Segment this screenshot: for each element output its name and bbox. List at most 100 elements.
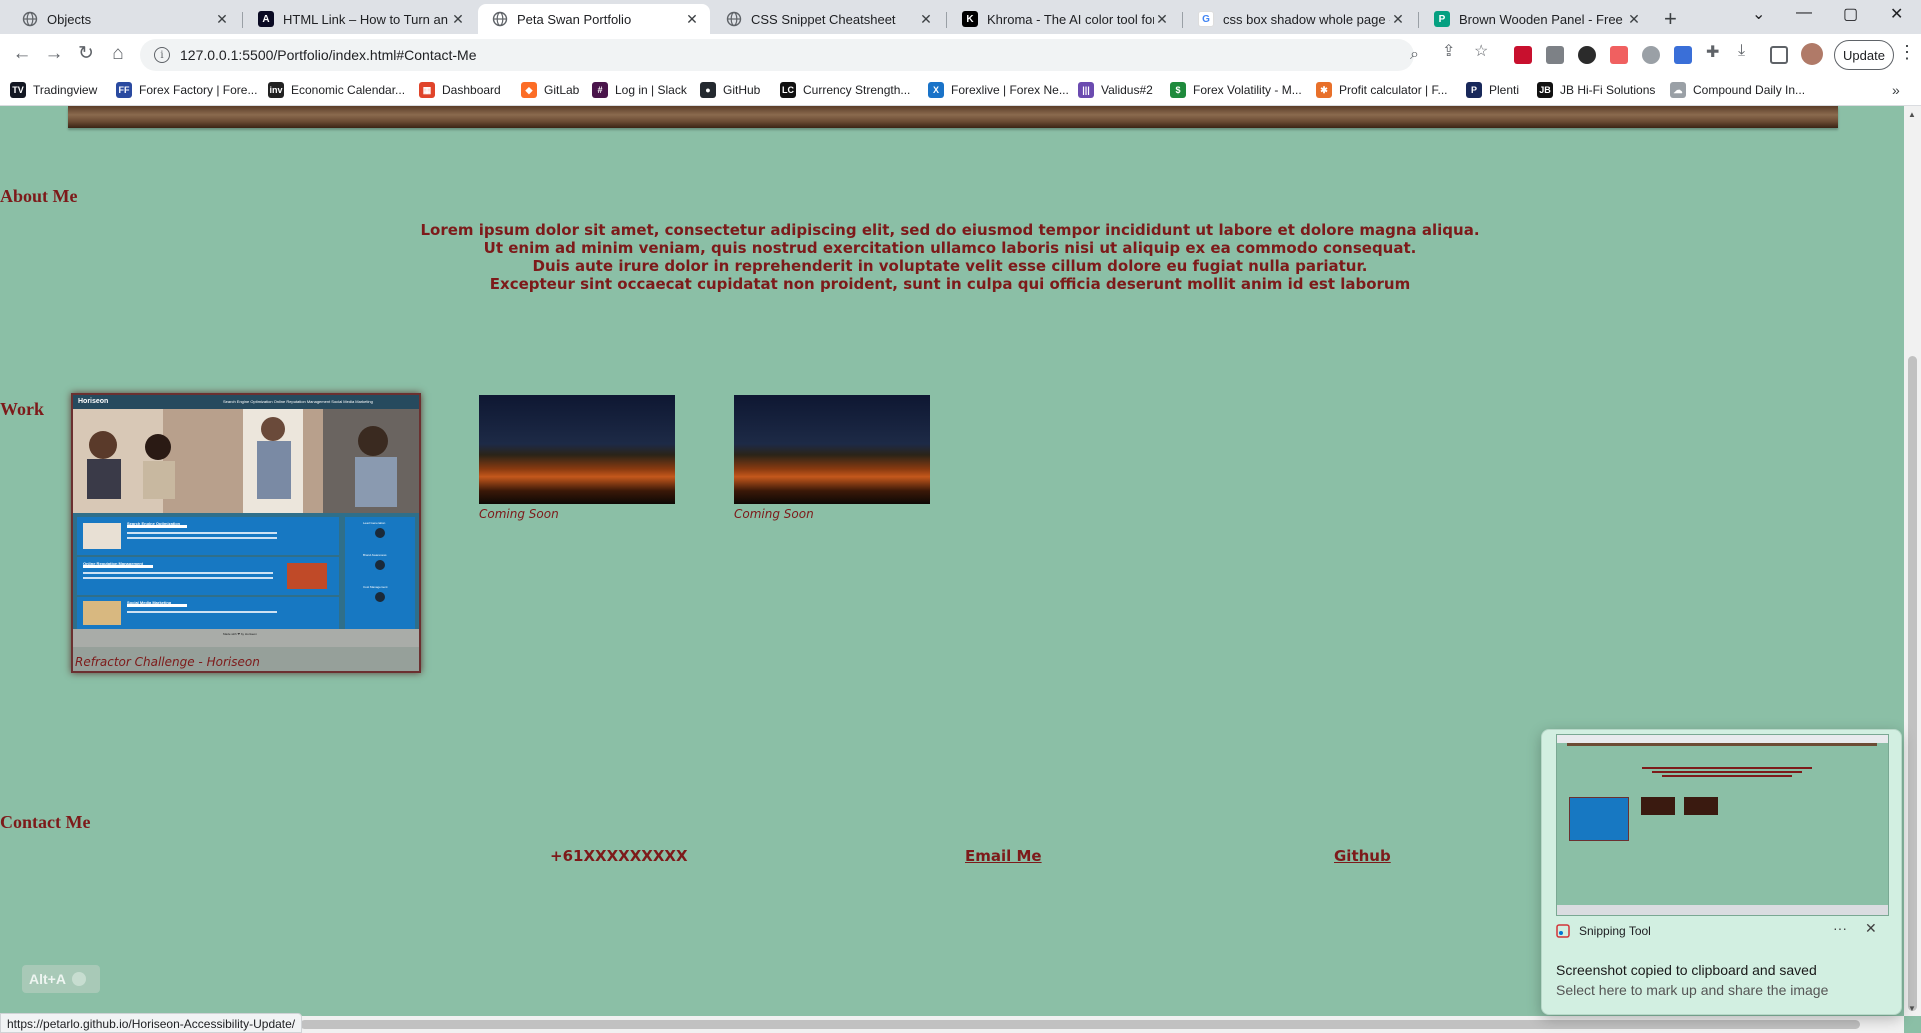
browser-toolbar: ← → ↻ ⌂ i 127.0.0.1:5500/Portfolio/index… <box>0 34 1921 76</box>
bookmark-item[interactable]: LC Currency Strength... <box>780 82 910 98</box>
tab-brown-wooden-panel[interactable]: P Brown Wooden Panel - Free Stock Photo … <box>1420 4 1652 34</box>
project-card-coming-soon[interactable]: Coming Soon <box>734 395 930 525</box>
back-button[interactable]: ← <box>10 42 34 66</box>
preview-browser-chrome <box>1557 735 1888 743</box>
close-tab-icon[interactable]: ✕ <box>1154 11 1170 28</box>
extensions-puzzle-icon[interactable]: ✚ <box>1706 42 1719 62</box>
new-tab-button[interactable]: + <box>1664 6 1677 32</box>
about-heading: About Me <box>0 186 78 206</box>
bookmark-favicon-icon: ☁ <box>1670 82 1686 98</box>
bookmark-item[interactable]: ✱ Profit calculator | F... <box>1316 82 1448 98</box>
globe-icon <box>492 11 508 27</box>
bookmark-favicon-icon: P <box>1466 82 1482 98</box>
bookmark-favicon-icon: JB <box>1537 82 1553 98</box>
project-card-horiseon[interactable]: Horiseon Search Engine Optimization Onli… <box>71 393 421 673</box>
close-tab-icon[interactable]: ✕ <box>1626 11 1642 28</box>
bookmark-item[interactable]: TV Tradingview <box>10 82 97 98</box>
close-notification-icon[interactable]: ✕ <box>1865 920 1877 937</box>
close-window-button[interactable]: ✕ <box>1890 4 1903 24</box>
close-tab-icon[interactable]: ✕ <box>918 11 934 28</box>
download-icon[interactable]: ⤓ <box>1738 42 1745 60</box>
home-button[interactable]: ⌂ <box>106 42 130 66</box>
notification-subtitle: Select here to mark up and share the ima… <box>1556 982 1829 998</box>
pointer-extension-icon[interactable] <box>1610 46 1628 64</box>
bookmarks-overflow-icon[interactable]: » <box>1892 82 1900 98</box>
bookmark-label: Tradingview <box>33 83 98 97</box>
bookmark-favicon-icon: inv <box>268 82 284 98</box>
globe-extension-icon[interactable] <box>1642 46 1660 64</box>
bookmark-item[interactable]: ● GitHub <box>700 82 760 98</box>
tab-khroma[interactable]: K Khroma - The AI color tool for designe… <box>948 4 1180 34</box>
project-card-coming-soon[interactable]: Coming Soon <box>479 395 675 525</box>
maximize-button[interactable]: ▢ <box>1843 4 1858 24</box>
horiseon-nav: Search Engine Optimization Online Reputa… <box>223 399 373 404</box>
close-tab-icon[interactable]: ✕ <box>450 11 466 28</box>
benefit-title: Cost Management <box>363 585 388 589</box>
tab-title: Objects <box>47 11 92 27</box>
service-title: Online Reputation Management <box>83 561 144 566</box>
bookmark-item[interactable]: # Log in | Slack <box>592 82 687 98</box>
bookmark-favicon-icon: LC <box>780 82 796 98</box>
scrollbar-thumb[interactable] <box>300 1020 1860 1029</box>
bookmark-item[interactable]: X Forexlive | Forex Ne... <box>928 82 1069 98</box>
khroma-icon: K <box>962 11 978 27</box>
zoom-icon[interactable]: ⌕ <box>1410 46 1419 64</box>
bookmark-item[interactable]: ||| Validus#2 <box>1078 82 1153 98</box>
avatar[interactable] <box>1801 43 1823 65</box>
acrobat-extension-icon[interactable] <box>1514 46 1532 64</box>
forward-button[interactable]: → <box>42 42 66 66</box>
about-line: Ut enim ad minim veniam, quis nostrud ex… <box>483 239 1417 257</box>
bookmark-label: Dashboard <box>442 83 501 97</box>
close-tab-icon[interactable]: ✕ <box>1390 11 1406 28</box>
search-tabs-button[interactable]: ⌄ <box>1752 4 1765 24</box>
snipping-tool-notification[interactable]: Snipping Tool ··· ✕ Screenshot copied to… <box>1541 729 1902 1015</box>
side-panel-icon[interactable] <box>1770 46 1788 64</box>
project-caption[interactable]: Refractor Challenge - Horiseon <box>75 655 260 669</box>
update-button[interactable]: Update <box>1834 40 1894 70</box>
link-status-bar: https://petarlo.github.io/Horiseon-Acces… <box>0 1013 303 1033</box>
bookmark-item[interactable]: JB JB Hi-Fi Solutions <box>1537 82 1655 98</box>
preview-banner <box>1567 743 1877 746</box>
bookmark-item[interactable]: FF Forex Factory | Fore... <box>116 82 257 98</box>
share-icon[interactable]: ⇪ <box>1442 41 1455 61</box>
bookmark-item[interactable]: ▦ Dashboard <box>419 82 501 98</box>
camera-extension-icon[interactable] <box>1546 46 1564 64</box>
tab-google-search[interactable]: G css box shadow whole page - Google Sea… <box>1184 4 1416 34</box>
address-bar[interactable]: i 127.0.0.1:5500/Portfolio/index.html#Co… <box>140 39 1419 71</box>
screenshot-preview-image[interactable] <box>1556 734 1889 916</box>
scrollbar-thumb[interactable] <box>1908 356 1917 1011</box>
bookmark-item[interactable]: ◆ GitLab <box>521 82 579 98</box>
email-link[interactable]: Email Me <box>965 847 1042 865</box>
tab-peta-swan-portfolio[interactable]: Peta Swan Portfolio ✕ <box>478 4 710 34</box>
bookmark-star-icon[interactable]: ☆ <box>1474 41 1488 61</box>
close-tab-icon[interactable]: ✕ <box>214 11 230 28</box>
reload-button[interactable]: ↻ <box>74 42 98 66</box>
tab-css-snippet-cheatsheet[interactable]: CSS Snippet Cheatsheet ✕ <box>712 4 944 34</box>
bookmark-favicon-icon: $ <box>1170 82 1186 98</box>
vertical-scrollbar[interactable]: ▲ ▼ <box>1904 106 1921 1016</box>
close-tab-icon[interactable]: ✕ <box>684 11 700 28</box>
tab-title: Peta Swan Portfolio <box>517 11 632 27</box>
github-link[interactable]: Github <box>1334 847 1391 865</box>
site-info-icon[interactable]: i <box>154 47 170 63</box>
bookmark-label: GitLab <box>544 83 580 97</box>
scroll-up-arrow-icon[interactable]: ▲ <box>1908 110 1916 119</box>
bookmark-item[interactable]: $ Forex Volatility - M... <box>1170 82 1302 98</box>
scroll-down-arrow-icon[interactable]: ▼ <box>1908 1004 1916 1013</box>
translate-extension-icon[interactable] <box>1674 46 1692 64</box>
tab-html-link[interactable]: A HTML Link – How to Turn an Image into … <box>244 4 476 34</box>
snipping-tool-header: Snipping Tool <box>1556 924 1651 938</box>
wooden-banner-image <box>68 106 1838 128</box>
bookmark-item[interactable]: ☁ Compound Daily In... <box>1670 82 1805 98</box>
minimize-button[interactable]: — <box>1796 4 1812 22</box>
more-menu-icon[interactable]: ⋮ <box>1898 42 1916 63</box>
more-options-icon[interactable]: ··· <box>1833 920 1847 936</box>
tab-objects[interactable]: Objects ✕ <box>8 4 240 34</box>
bookmark-item[interactable]: P Plenti <box>1466 82 1519 98</box>
bookmark-item[interactable]: inv Economic Calendar... <box>268 82 405 98</box>
about-text: Lorem ipsum dolor sit amet, consectetur … <box>260 221 1640 293</box>
shortcut-badge[interactable]: Alt+A <box>22 965 100 993</box>
url-text[interactable]: 127.0.0.1:5500/Portfolio/index.html#Cont… <box>180 47 477 63</box>
dark-mode-extension-icon[interactable] <box>1578 46 1596 64</box>
bookmark-label: Profit calculator | F... <box>1339 83 1448 97</box>
